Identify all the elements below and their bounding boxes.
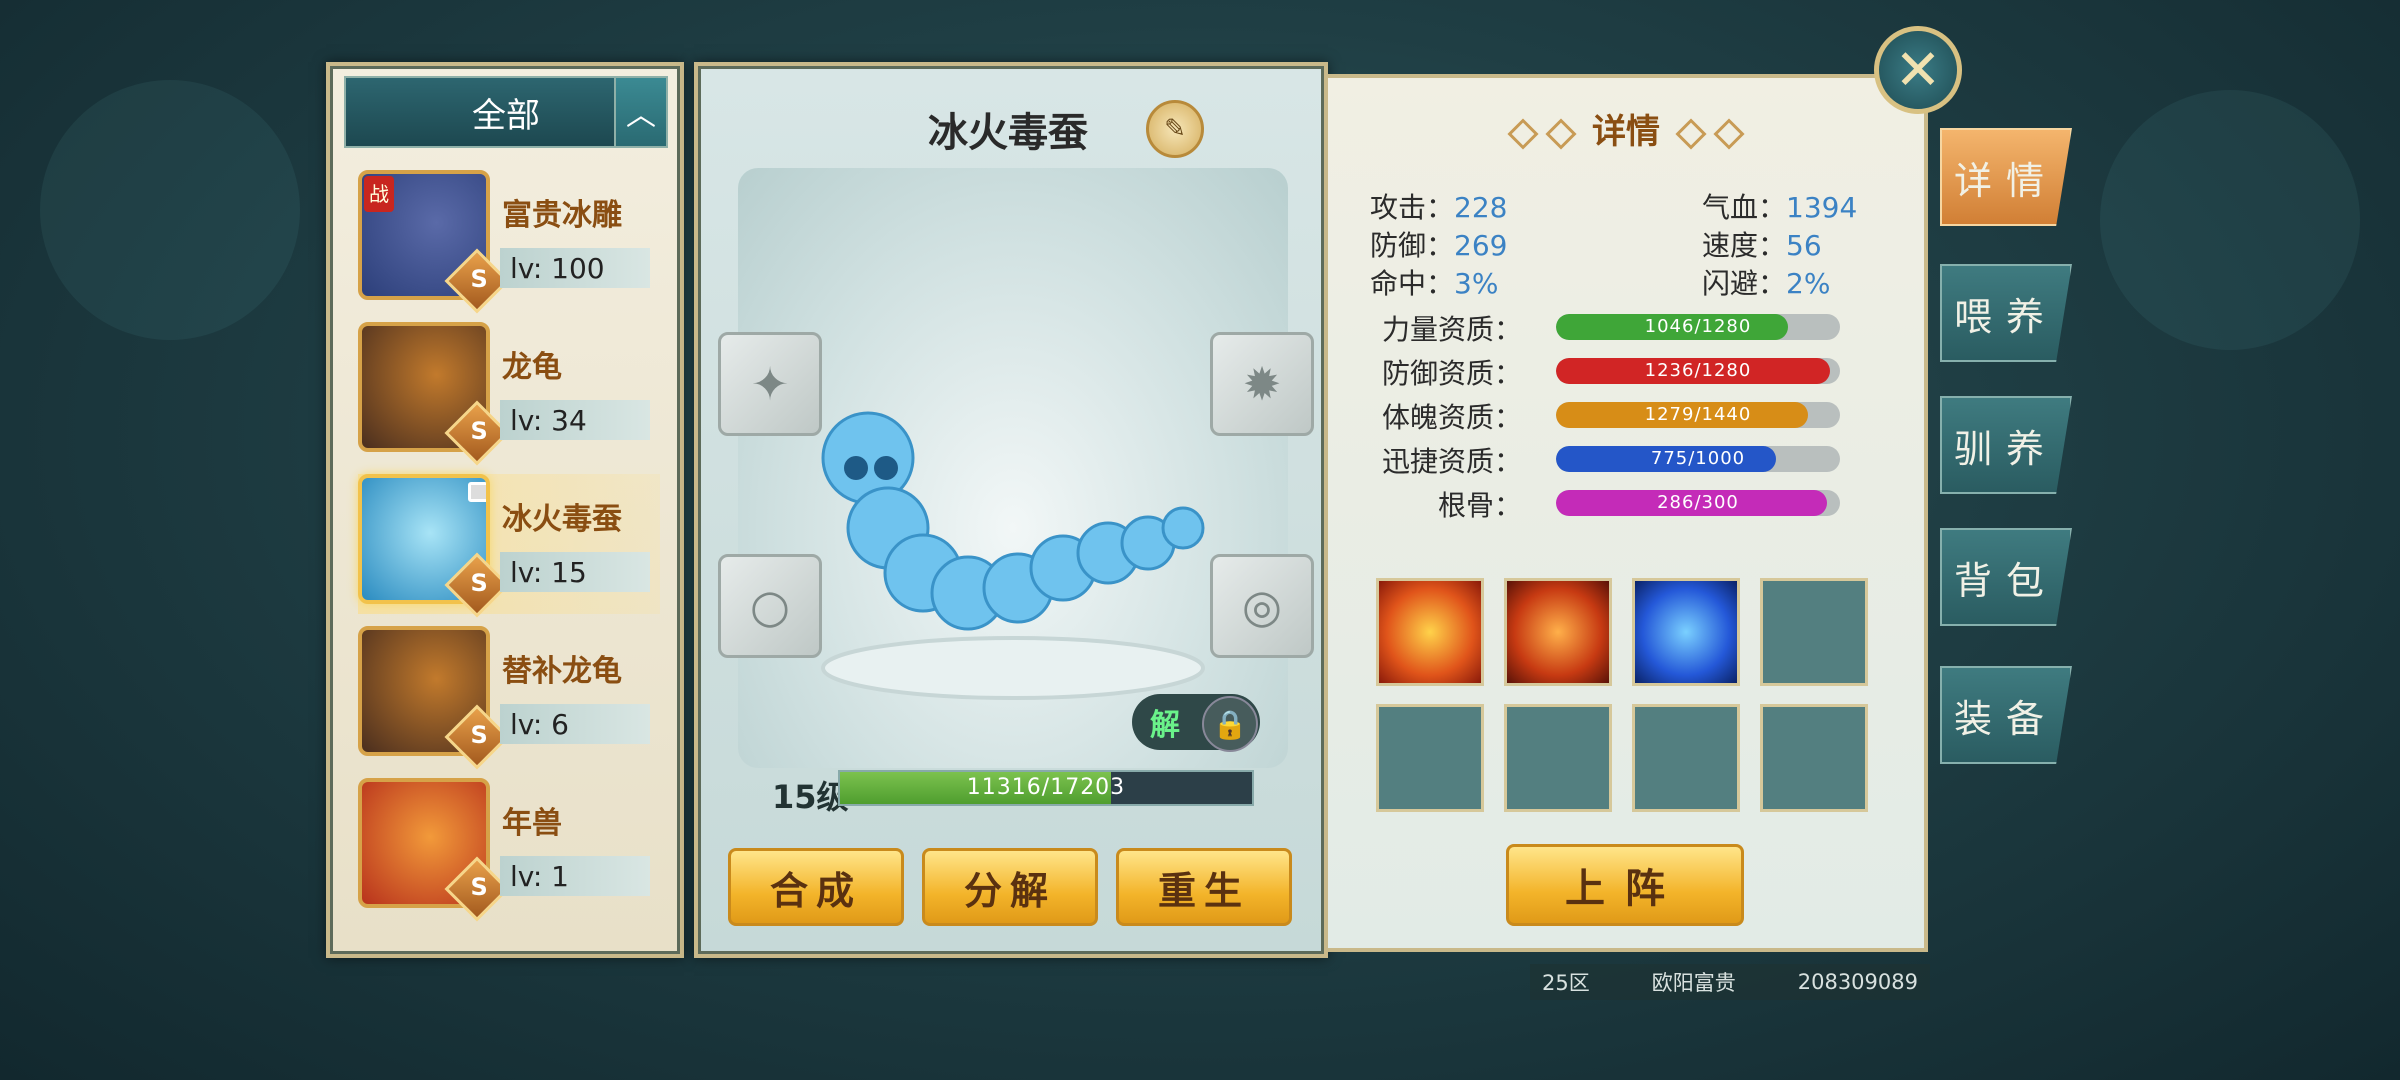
stat-hit: 命中：3% bbox=[1370, 267, 1499, 300]
diamond-decoration-icon bbox=[1675, 117, 1707, 150]
player-name: 欧阳富贵 bbox=[1651, 971, 1736, 995]
chevron-up-icon[interactable]: ︿ bbox=[614, 78, 666, 146]
pet-model-view[interactable] bbox=[738, 168, 1288, 768]
tab-train[interactable]: 驯养 bbox=[1940, 396, 2072, 494]
pet-display-panel: 冰火毒蚕 ✎ ✦ ✹ ○ ◎ 解 🔒 15级 11316/17203 合成 分解… bbox=[694, 62, 1328, 958]
pet-name: 替补龙龟 bbox=[502, 654, 622, 689]
rebirth-button[interactable]: 重生 bbox=[1116, 848, 1292, 926]
pet-list-panel: 全部 ︿ 战 S 富贵冰雕 lv: 100 S 龙龟 lv: 34 S 冰火毒蚕… bbox=[326, 62, 684, 958]
player-id: 208309089 bbox=[1797, 970, 1918, 994]
server-label: 25区 bbox=[1542, 971, 1590, 995]
stat-hp: 气血：1394 bbox=[1702, 191, 1858, 224]
equip-slot-necklace[interactable]: ○ bbox=[718, 554, 822, 658]
pet-level: lv: 15 bbox=[500, 552, 650, 592]
weapon-icon: ✦ bbox=[750, 357, 790, 411]
pet-list-item[interactable]: S 年兽 lv: 1 bbox=[358, 778, 660, 922]
aptitude-bone: 根骨： 286/300 bbox=[1376, 484, 1876, 522]
aptitude-bar: 1236/1280 bbox=[1556, 358, 1840, 384]
lock-icon bbox=[468, 482, 486, 502]
equip-slot-ring[interactable]: ◎ bbox=[1210, 554, 1314, 658]
skill-slot-empty[interactable] bbox=[1760, 578, 1868, 686]
pet-name: 冰火毒蚕 bbox=[502, 502, 622, 537]
pet-level: lv: 1 bbox=[500, 856, 650, 896]
war-tag-icon: 战 bbox=[364, 176, 394, 212]
lock-icon: 🔒 bbox=[1202, 696, 1258, 752]
pet-list-item-selected[interactable]: S 冰火毒蚕 lv: 15 bbox=[358, 474, 660, 618]
pet-name: 年兽 bbox=[502, 806, 562, 841]
pet-title-bar: 冰火毒蚕 bbox=[848, 96, 1168, 162]
player-info-bar: 25区 欧阳富贵 208309089 bbox=[1530, 964, 1930, 1000]
aptitude-bar: 1046/1280 bbox=[1556, 314, 1840, 340]
skill-fire-burst-icon[interactable] bbox=[1376, 578, 1484, 686]
equip-slot-weapon[interactable]: ✦ bbox=[718, 332, 822, 436]
pet-list-item[interactable]: S 龙龟 lv: 34 bbox=[358, 322, 660, 466]
rename-button[interactable]: ✎ bbox=[1146, 100, 1204, 158]
armor-icon: ✹ bbox=[1242, 357, 1282, 411]
exp-bar: 11316/17203 bbox=[838, 770, 1254, 806]
aptitude-bar: 775/1000 bbox=[1556, 446, 1840, 472]
aptitude-strength: 力量资质： 1046/1280 bbox=[1376, 308, 1876, 346]
skill-slot-empty[interactable] bbox=[1504, 704, 1612, 812]
pet-title: 冰火毒蚕 bbox=[928, 110, 1088, 156]
necklace-icon: ○ bbox=[749, 579, 791, 633]
pet-list-item[interactable]: 战 S 富贵冰雕 lv: 100 bbox=[358, 170, 660, 314]
skill-slot-empty[interactable] bbox=[1376, 704, 1484, 812]
pet-level: lv: 100 bbox=[500, 248, 650, 288]
stat-speed: 速度：56 bbox=[1702, 229, 1822, 262]
lock-toggle[interactable]: 解 🔒 bbox=[1132, 694, 1260, 752]
skill-water-vortex-icon[interactable] bbox=[1632, 578, 1740, 686]
stat-dodge: 闪避：2% bbox=[1702, 267, 1831, 300]
diamond-decoration-icon bbox=[1545, 117, 1577, 150]
combine-button[interactable]: 合成 bbox=[728, 848, 904, 926]
pet-name: 富贵冰雕 bbox=[502, 198, 622, 233]
aptitude-bar: 1279/1440 bbox=[1556, 402, 1840, 428]
skill-flame-spiral-icon[interactable] bbox=[1504, 578, 1612, 686]
unlock-label: 解 bbox=[1150, 708, 1180, 743]
background-glow bbox=[40, 80, 300, 340]
close-icon: ✕ bbox=[1894, 37, 1942, 103]
close-button[interactable]: ✕ bbox=[1874, 26, 1962, 114]
ring-icon: ◎ bbox=[1241, 579, 1283, 633]
tab-feed[interactable]: 喂养 bbox=[1940, 264, 2072, 362]
diamond-decoration-icon bbox=[1713, 117, 1745, 150]
tab-details[interactable]: 详情 bbox=[1940, 128, 2072, 226]
aptitude-agility: 迅捷资质： 775/1000 bbox=[1376, 440, 1876, 478]
aptitude-defense: 防御资质： 1236/1280 bbox=[1376, 352, 1876, 390]
pencil-icon: ✎ bbox=[1164, 114, 1186, 144]
skill-slot-empty[interactable] bbox=[1760, 704, 1868, 812]
pet-name: 龙龟 bbox=[502, 350, 562, 385]
aptitude-physique: 体魄资质： 1279/1440 bbox=[1376, 396, 1876, 434]
stat-attack: 攻击：228 bbox=[1370, 191, 1508, 224]
decompose-button[interactable]: 分解 bbox=[922, 848, 1098, 926]
background-glow bbox=[2100, 90, 2360, 350]
equip-slot-armor[interactable]: ✹ bbox=[1210, 332, 1314, 436]
diamond-decoration-icon bbox=[1507, 117, 1539, 150]
aptitude-bar: 286/300 bbox=[1556, 490, 1840, 516]
tab-equipment[interactable]: 装备 bbox=[1940, 666, 2072, 764]
pet-level: lv: 34 bbox=[500, 400, 650, 440]
silkworm-pet-model bbox=[821, 411, 1205, 700]
filter-label: 全部 bbox=[472, 95, 540, 136]
pet-list-item[interactable]: S 替补龙龟 lv: 6 bbox=[358, 626, 660, 770]
detail-title: 详情 bbox=[1328, 104, 1924, 153]
pet-level: lv: 6 bbox=[500, 704, 650, 744]
skill-slot-empty[interactable] bbox=[1632, 704, 1740, 812]
stat-defense: 防御：269 bbox=[1370, 229, 1508, 262]
pet-filter-dropdown[interactable]: 全部 ︿ bbox=[344, 76, 668, 148]
deploy-button[interactable]: 上阵 bbox=[1506, 844, 1744, 926]
exp-text: 11316/17203 bbox=[966, 775, 1126, 800]
pet-detail-panel: 详情 攻击：228 气血：1394 防御：269 速度：56 命中：3% 闪避：… bbox=[1324, 74, 1928, 952]
tab-bag[interactable]: 背包 bbox=[1940, 528, 2072, 626]
